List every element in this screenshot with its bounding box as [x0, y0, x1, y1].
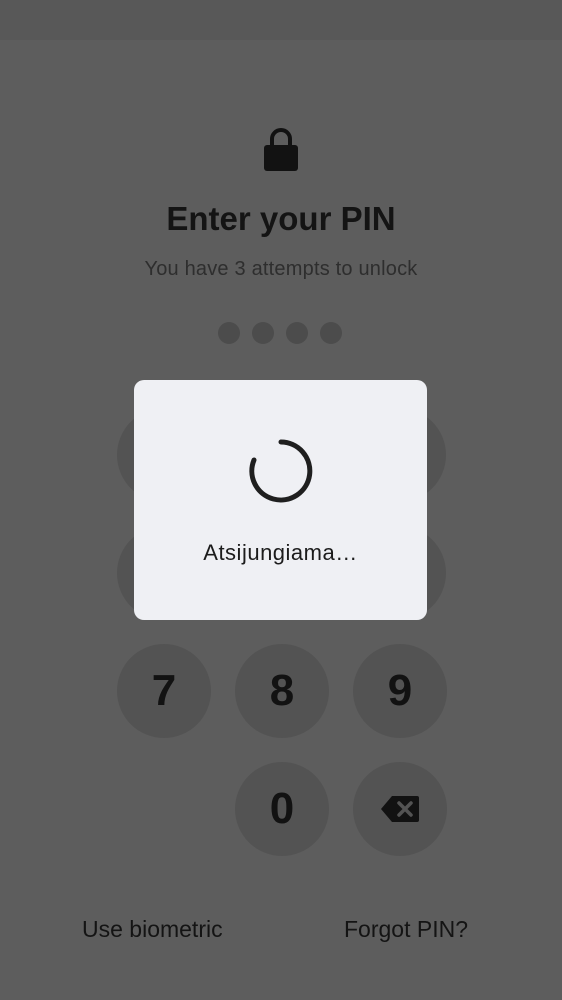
status-bar [0, 0, 562, 40]
key-8-button[interactable]: 8 [235, 644, 329, 738]
key-7-button[interactable]: 7 [117, 644, 211, 738]
lock-icon [264, 128, 298, 171]
page-title: Enter your PIN [166, 200, 396, 237]
use-biometric-button[interactable]: Use biometric [82, 916, 223, 943]
backspace-icon [381, 796, 419, 822]
spinner-icon [249, 439, 313, 503]
loading-dialog: Atsijungiama… [134, 380, 427, 620]
pin-dot [252, 322, 274, 344]
pin-dot [218, 322, 240, 344]
pin-indicator [218, 322, 342, 344]
pin-dot [286, 322, 308, 344]
key-9-button[interactable]: 9 [353, 644, 447, 738]
attempts-subtitle: You have 3 attempts to unlock [144, 258, 418, 280]
backspace-button[interactable] [353, 762, 447, 856]
pin-dot [320, 322, 342, 344]
key-0-button[interactable]: 0 [235, 762, 329, 856]
dialog-message: Atsijungiama… [203, 540, 358, 565]
forgot-pin-link[interactable]: Forgot PIN? [344, 916, 468, 943]
